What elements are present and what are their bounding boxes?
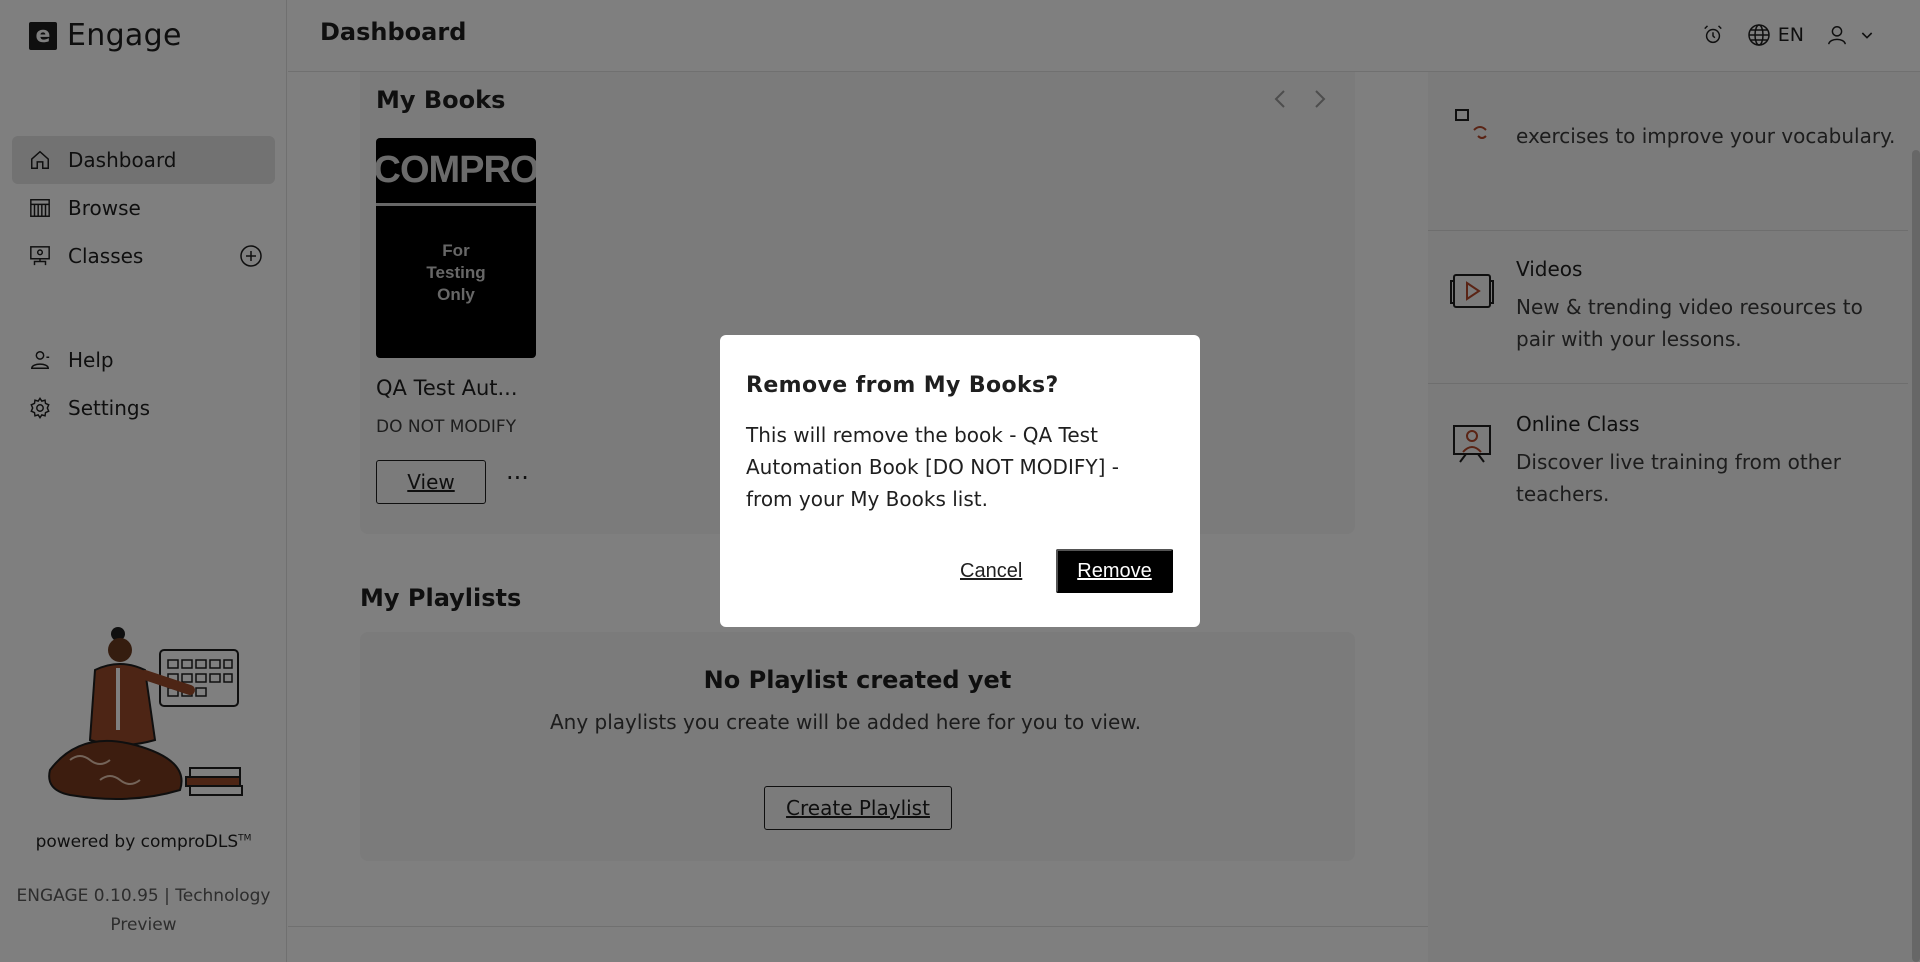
remove-book-dialog: Remove from My Books? This will remove t… [720, 335, 1200, 627]
dialog-title: Remove from My Books? [746, 373, 1059, 398]
remove-button[interactable]: Remove [1056, 549, 1173, 593]
cancel-button[interactable]: Cancel [960, 549, 1022, 593]
dialog-message: This will remove the book - QA Test Auto… [746, 423, 1119, 511]
